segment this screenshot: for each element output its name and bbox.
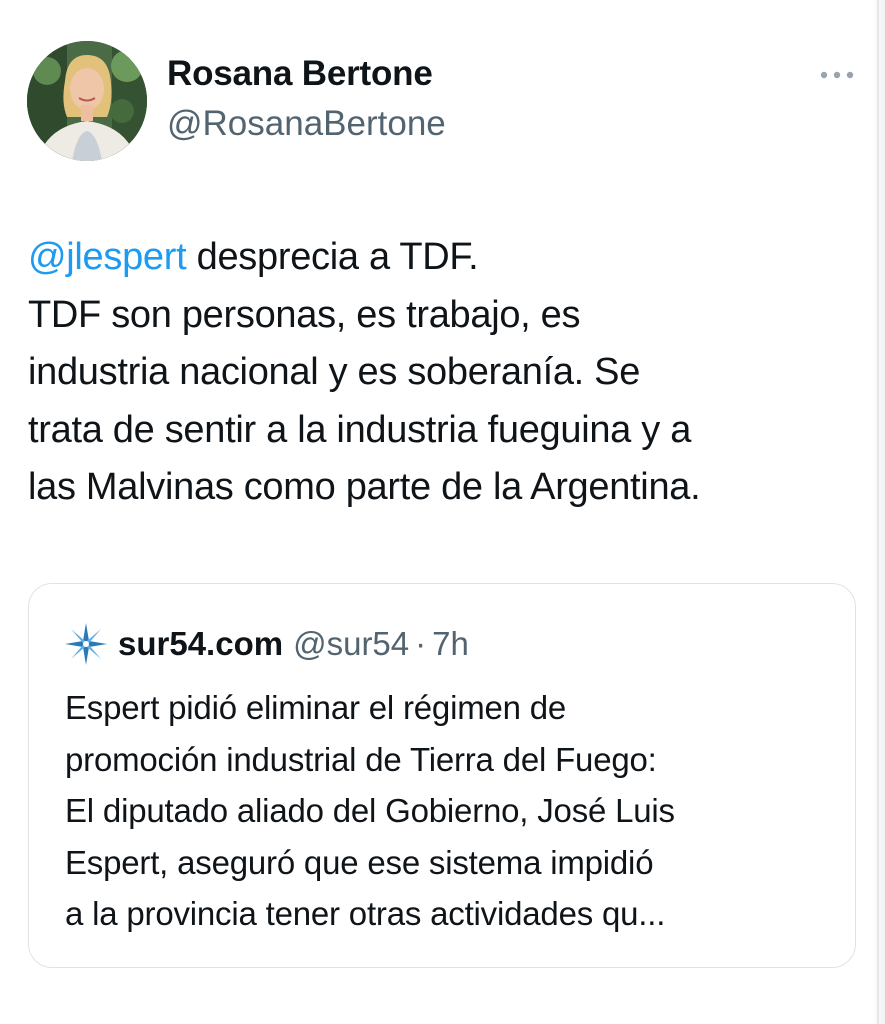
- mention-link[interactable]: @jlespert: [28, 236, 187, 278]
- quoted-tweet-card[interactable]: sur54.com @sur54 · 7h Espert pidió elimi…: [28, 583, 856, 968]
- quoted-line: a la provincia tener otras actividades q…: [65, 895, 666, 932]
- scrollbar-line: [877, 0, 879, 1024]
- more-horizontal-icon: [820, 71, 854, 79]
- quoted-timestamp[interactable]: 7h: [432, 625, 469, 663]
- quoted-avatar[interactable]: [62, 620, 110, 668]
- separator-dot: ·: [415, 625, 427, 662]
- quoted-line: Espert pidió eliminar el régimen de: [65, 689, 567, 726]
- tweet-line: las Malvinas como parte de la Argentina.: [28, 466, 701, 508]
- quoted-line: Espert, aseguró que ese sistema impidió: [65, 843, 654, 881]
- user-handle[interactable]: @RosanaBertone: [167, 104, 446, 144]
- quoted-tweet-header: sur54.com @sur54 · 7h: [62, 620, 469, 668]
- tweet-line: TDF son personas, es trabajo, es: [28, 293, 581, 336]
- quoted-handle[interactable]: @sur54: [293, 625, 409, 663]
- compass-star-icon: [65, 623, 107, 665]
- tweet-line: @jlespert desprecia a TDF.: [28, 229, 858, 287]
- display-name[interactable]: Rosana Bertone: [167, 54, 433, 94]
- avatar[interactable]: [27, 41, 147, 161]
- quoted-display-name[interactable]: sur54.com: [118, 625, 283, 663]
- tweet-line: trata de sentir a la industria fueguina …: [28, 408, 692, 451]
- quoted-line: promoción industrial de Tierra del Fuego…: [65, 740, 657, 778]
- tweet-line-text: desprecia a TDF.: [186, 236, 479, 278]
- profile-photo-icon: [27, 41, 147, 161]
- quoted-tweet-text: Espert pidió eliminar el régimen de prom…: [65, 682, 845, 940]
- tweet-text: @jlespert desprecia a TDF. TDF son perso…: [28, 229, 858, 517]
- quoted-line: El diputado aliado del Gobierno, José Lu…: [65, 792, 675, 829]
- tweet-page: Rosana Bertone @RosanaBertone @jlespert …: [0, 0, 885, 1024]
- tweet-line: industria nacional y es soberanía. Se: [28, 351, 641, 393]
- more-button[interactable]: [814, 62, 860, 88]
